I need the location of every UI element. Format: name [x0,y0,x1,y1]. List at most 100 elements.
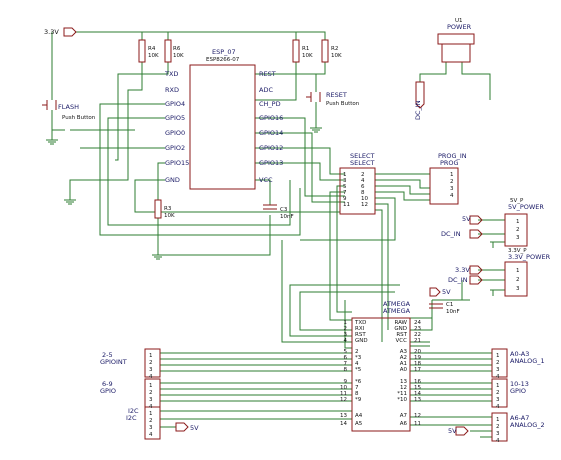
esp-pin-gpio12: GPIO12 [259,144,283,152]
conn-left-1-pin-4: 4 [149,404,153,410]
conn-i2c-body [144,406,161,440]
conn-right-name-0: ANALOG_1 [510,357,545,365]
esp-pin-vcc: VCC [259,176,273,184]
conn-left-1-pin-1: 1 [149,383,153,389]
conn-left-1-pin-2: 2 [149,390,153,396]
v5-power-pin-1: 1 [516,219,520,225]
conn-left-2-pin-3: 3 [149,425,153,431]
atmega-num-r14: 11 [414,421,421,427]
esp-chip-body [189,64,256,190]
v33-power-pin-1: 1 [516,268,520,274]
dc-in-vertical-label: DC_IN [414,100,422,120]
v5-net-label-i2c: 5V [190,424,199,432]
v5-flag-i2c [175,422,189,432]
esp-pin-gpio16: GPIO16 [259,114,283,122]
conn-right-1-pin-4: 4 [496,404,500,410]
r4-value: 10K [148,53,159,59]
v5-power-name: 5V_POWER [508,203,544,211]
prog-pin-1: 1 [450,172,454,178]
r3-ref: R3 [164,206,172,212]
prog-pin-3: 3 [450,186,454,192]
conn-left-0-pin-2: 2 [149,360,153,366]
flash-desc: Push Button [62,115,96,121]
conn-left-0-pin-3: 3 [149,367,153,373]
atmega-pin-l14: A5 [355,421,363,427]
esp-part: ESP8266-07 [206,57,240,63]
atmega-num-l8: 8 [344,367,348,373]
wires [46,31,505,438]
v33-power-pin-3: 3 [516,286,520,292]
reset-desc: Push Button [326,101,360,107]
conn-right-0-pin-4: 4 [496,374,500,380]
prog-pin-2: 2 [450,179,454,185]
v33-power-name: 3.3V_POWER [508,253,551,261]
prog-name: PROG [440,159,459,167]
atmega-pin-r13: A7 [400,413,408,419]
atmega-pin-l13: A4 [355,413,363,419]
schematic-canvas: 3.3V R4 10K R6 10K R1 10K R2 10K R3 10K … [42,18,551,444]
atmega-pin-l8: *5 [355,367,362,373]
conn-right-1-pin-3: 3 [496,397,500,403]
resistor-r3-body [154,199,162,219]
regulator-tab [437,33,475,45]
regulator-body [441,43,471,63]
esp-pin-rest: REST [259,70,276,78]
reset-button-symbol [306,92,321,102]
esp-pin-gpio2: GPIO2 [165,144,185,152]
atmega-pin-r14: A6 [400,421,408,427]
v5-power-pin-2: 2 [516,227,520,233]
prog-header-body [429,167,459,205]
conn-right-name-1: GPIO [510,387,526,395]
conn-right-2-pin-4: 4 [496,438,500,444]
labels: 3.3V R4 10K R6 10K R1 10K R2 10K R3 10K … [44,18,551,435]
r1-ref: R1 [302,46,309,52]
v5-net-label-top: 5V [462,215,471,223]
conn-right-1-pin-2: 2 [496,390,500,396]
capacitor-c1-symbol [429,303,443,309]
atmega-num-l14: 14 [340,421,347,427]
atmega-pin-r12: *10 [397,397,407,403]
conn-right-0-pin-2: 2 [496,360,500,366]
c1-value: 10nF [446,309,460,315]
conn-6-9-body [144,378,161,408]
v33-power-pin-2: 2 [516,277,520,283]
conn-right-2-pin-1: 1 [496,417,500,423]
dc-in-net-label: DC_IN [441,230,461,238]
conn-left-0-pin-4: 4 [149,374,153,380]
atmega-num-r8: 17 [414,367,421,373]
r4-ref: R4 [148,46,156,52]
esp-pin-gpio0: GPIO0 [165,129,185,137]
conn-10-13-body [491,378,508,408]
conn-left-name-1: GPIO [100,387,116,395]
v5-power-pin-3: 3 [516,235,520,241]
select-name: SELECT [350,159,374,167]
conn-right-2-pin-3: 3 [496,431,500,437]
atmega-pin-l12: *9 [355,397,362,403]
select-pin-11: 11 [343,202,350,208]
esp-pin-gpio14: GPIO14 [259,129,283,137]
conn-left-name-2: I2C [126,414,137,422]
v33-net-label: 3.3V [44,28,59,36]
conn-right-1-pin-1: 1 [496,383,500,389]
resistor-r2-body [321,39,329,63]
conn-right-2-pin-2: 2 [496,424,500,430]
v33-net-flag [63,27,77,37]
c3-ref: C3 [280,207,288,213]
esp-pin-gnd: GND [165,176,180,184]
r2-value: 10K [331,53,342,59]
atmega-name: ATMEGA [383,307,411,315]
atmega-num-r12: 13 [414,397,421,403]
conn-2-5-body [144,348,161,378]
esp-pin-adc: ADC [259,86,273,94]
v33-net-label-mid: 3.3V [455,266,470,274]
v5-net-label-atmega: 5V [442,288,451,296]
esp-pin-gpio13: GPIO13 [259,159,283,167]
v5-flag-atmega [429,287,441,297]
conn-right-0-pin-3: 3 [496,367,500,373]
esp-pin-gpio4: GPIO4 [165,100,185,108]
conn-right-0-pin-1: 1 [496,353,500,359]
conn-a0-a3-body [491,348,508,378]
resistor-r4-body [138,39,146,63]
esp-pin-gpio5: GPIO5 [165,114,185,122]
c3-value: 10nF [280,214,294,220]
